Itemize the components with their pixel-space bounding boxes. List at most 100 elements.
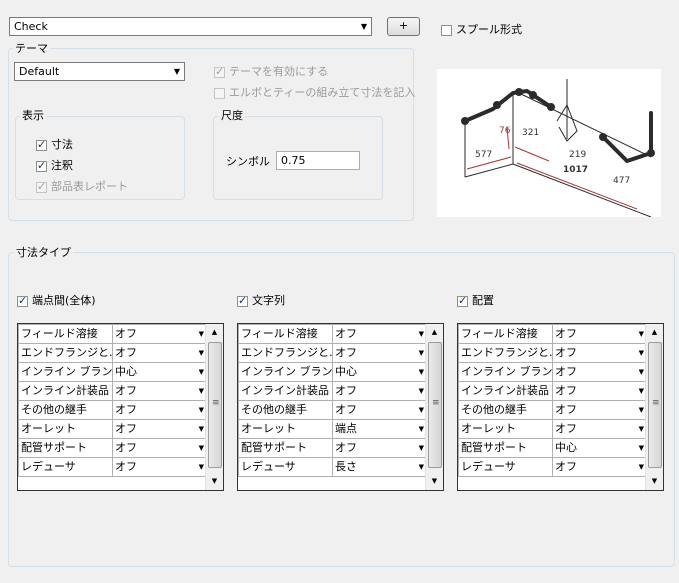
table-row[interactable]: インライン計装品 オフ ▼ — [238, 381, 428, 401]
dropdown-arrow-icon[interactable]: ▼ — [199, 421, 204, 438]
row-value-select[interactable]: オフ ▼ — [332, 400, 428, 420]
dropdown-arrow-icon[interactable]: ▼ — [419, 345, 424, 362]
elbow-tee-checkbox[interactable] — [214, 87, 225, 99]
dropdown-arrow-icon[interactable]: ▼ — [639, 440, 644, 457]
table-row[interactable]: フィールド溶接 オフ ▼ — [458, 324, 648, 344]
scroll-thumb[interactable]: ≡ — [208, 342, 222, 468]
dropdown-arrow-icon[interactable]: ▼ — [419, 440, 424, 457]
row-value-select[interactable]: 中心 ▼ — [332, 362, 428, 382]
annotation-checkbox[interactable] — [36, 159, 47, 173]
dropdown-arrow-icon[interactable]: ▼ — [639, 345, 644, 362]
column-header-placement[interactable]: 配置 — [457, 294, 494, 308]
spool-checkbox[interactable] — [441, 24, 452, 36]
vertical-scrollbar[interactable]: ▲ ≡ ▼ — [425, 324, 443, 490]
table-row[interactable]: 配管サポート 中心 ▼ — [458, 438, 648, 458]
string-checkbox[interactable] — [237, 294, 248, 308]
dropdown-arrow-icon[interactable]: ▼ — [199, 402, 204, 419]
row-value-select[interactable]: 長さ ▼ — [332, 457, 428, 477]
row-value-select[interactable]: オフ ▼ — [552, 362, 648, 382]
scroll-thumb[interactable]: ≡ — [428, 342, 442, 468]
table-row[interactable]: その他の継手 オフ ▼ — [238, 400, 428, 420]
elbow-tee-row[interactable]: エルボとティーの組み立て寸法を記入 — [214, 86, 415, 100]
bom-report-checkbox[interactable] — [36, 180, 47, 194]
row-value-select[interactable]: 中心 ▼ — [112, 362, 208, 382]
row-value-select[interactable]: 中心 ▼ — [552, 438, 648, 458]
table-row[interactable]: オーレット 端点 ▼ — [238, 419, 428, 439]
dropdown-arrow-icon[interactable]: ▼ — [419, 364, 424, 381]
symbol-scale-input[interactable]: 0.75 — [276, 151, 360, 170]
dropdown-arrow-icon[interactable]: ▼ — [639, 326, 644, 343]
scroll-thumb[interactable]: ≡ — [648, 342, 662, 468]
row-value-select[interactable]: オフ ▼ — [552, 457, 648, 477]
scroll-up-icon[interactable]: ▲ — [426, 324, 443, 341]
row-value-select[interactable]: オフ ▼ — [552, 324, 648, 344]
row-value-select[interactable]: オフ ▼ — [332, 343, 428, 363]
row-value-select[interactable]: オフ ▼ — [112, 343, 208, 363]
row-value-select[interactable]: オフ ▼ — [552, 419, 648, 439]
table-row[interactable]: レデューサ オフ ▼ — [458, 457, 648, 477]
scroll-down-icon[interactable]: ▼ — [206, 473, 223, 490]
column-header-string[interactable]: 文字列 — [237, 294, 285, 308]
row-value-select[interactable]: オフ ▼ — [112, 381, 208, 401]
row-value-select[interactable]: オフ ▼ — [112, 400, 208, 420]
dropdown-arrow-icon[interactable]: ▼ — [199, 459, 204, 476]
display-item-dimension[interactable]: 寸法 — [36, 138, 73, 152]
name-combobox[interactable]: Check ▼ — [9, 17, 372, 36]
enable-theme-row[interactable]: テーマを有効にする — [214, 65, 328, 79]
table-row[interactable]: フィールド溶接 オフ ▼ — [18, 324, 208, 344]
row-value-select[interactable]: オフ ▼ — [332, 381, 428, 401]
table-row[interactable]: インライン ブランチオフ ▼ — [458, 362, 648, 382]
end-to-end-grid[interactable]: フィールド溶接オフ▼ エンドフランジと…オフ▼ インライン ブランチ中心▼ イン… — [17, 323, 224, 491]
dropdown-arrow-icon[interactable]: ▼ — [639, 402, 644, 419]
table-row[interactable]: その他の継手 オフ ▼ — [18, 400, 208, 420]
end-to-end-checkbox[interactable] — [17, 294, 28, 308]
display-item-annotation[interactable]: 注釈 — [36, 159, 73, 173]
dropdown-arrow-icon[interactable]: ▼ — [639, 459, 644, 476]
row-value-select[interactable]: オフ ▼ — [552, 381, 648, 401]
dropdown-arrow-icon[interactable]: ▼ — [199, 364, 204, 381]
dropdown-arrow-icon[interactable]: ▼ — [199, 326, 204, 343]
placement-checkbox[interactable] — [457, 294, 468, 308]
vertical-scrollbar[interactable]: ▲ ≡ ▼ — [205, 324, 223, 490]
dropdown-arrow-icon[interactable]: ▼ — [639, 383, 644, 400]
table-row[interactable]: エンドフランジと… オフ ▼ — [238, 343, 428, 363]
placement-grid[interactable]: フィールド溶接オフ▼ エンドフランジと…オフ▼ インライン ブランチオフ▼ イン… — [457, 323, 664, 491]
dropdown-arrow-icon[interactable]: ▼ — [419, 326, 424, 343]
column-header-end-to-end[interactable]: 端点間(全体) — [17, 294, 96, 308]
add-button[interactable]: + — [387, 17, 420, 36]
dropdown-arrow-icon[interactable]: ▼ — [419, 383, 424, 400]
row-value-select[interactable]: 端点 ▼ — [332, 419, 428, 439]
dropdown-arrow-icon[interactable]: ▼ — [419, 402, 424, 419]
dropdown-arrow-icon[interactable]: ▼ — [199, 345, 204, 362]
scroll-down-icon[interactable]: ▼ — [426, 473, 443, 490]
table-row[interactable]: レデューサ オフ ▼ — [18, 457, 208, 477]
scroll-up-icon[interactable]: ▲ — [206, 324, 223, 341]
dropdown-arrow-icon[interactable]: ▼ — [199, 440, 204, 457]
row-value-select[interactable]: オフ ▼ — [112, 419, 208, 439]
table-row[interactable]: オーレット オフ ▼ — [18, 419, 208, 439]
table-row[interactable]: その他の継手 オフ ▼ — [458, 400, 648, 420]
table-row[interactable]: エンドフランジと… オフ ▼ — [458, 343, 648, 363]
enable-theme-checkbox[interactable] — [214, 65, 225, 79]
row-value-select[interactable]: オフ ▼ — [552, 343, 648, 363]
dropdown-arrow-icon[interactable]: ▼ — [639, 364, 644, 381]
row-value-select[interactable]: オフ ▼ — [552, 400, 648, 420]
display-item-bom-report[interactable]: 部品表レポート — [36, 180, 128, 194]
dimension-checkbox[interactable] — [36, 138, 47, 152]
table-row[interactable]: インライン ブランチ中心 ▼ — [18, 362, 208, 382]
table-row[interactable]: レデューサ 長さ ▼ — [238, 457, 428, 477]
dropdown-arrow-icon[interactable]: ▼ — [639, 421, 644, 438]
row-value-select[interactable]: オフ ▼ — [112, 457, 208, 477]
row-value-select[interactable]: オフ ▼ — [112, 438, 208, 458]
table-row[interactable]: オーレット オフ ▼ — [458, 419, 648, 439]
table-row[interactable]: 配管サポート オフ ▼ — [18, 438, 208, 458]
table-row[interactable]: インライン計装品 オフ ▼ — [458, 381, 648, 401]
table-row[interactable]: インライン計装品 オフ ▼ — [18, 381, 208, 401]
string-grid[interactable]: フィールド溶接オフ▼ エンドフランジと…オフ▼ インライン ブランチ中心▼ イン… — [237, 323, 444, 491]
row-value-select[interactable]: オフ ▼ — [112, 324, 208, 344]
dropdown-arrow-icon[interactable]: ▼ — [419, 459, 424, 476]
vertical-scrollbar[interactable]: ▲ ≡ ▼ — [645, 324, 663, 490]
row-value-select[interactable]: オフ ▼ — [332, 438, 428, 458]
table-row[interactable]: 配管サポート オフ ▼ — [238, 438, 428, 458]
scroll-down-icon[interactable]: ▼ — [646, 473, 663, 490]
